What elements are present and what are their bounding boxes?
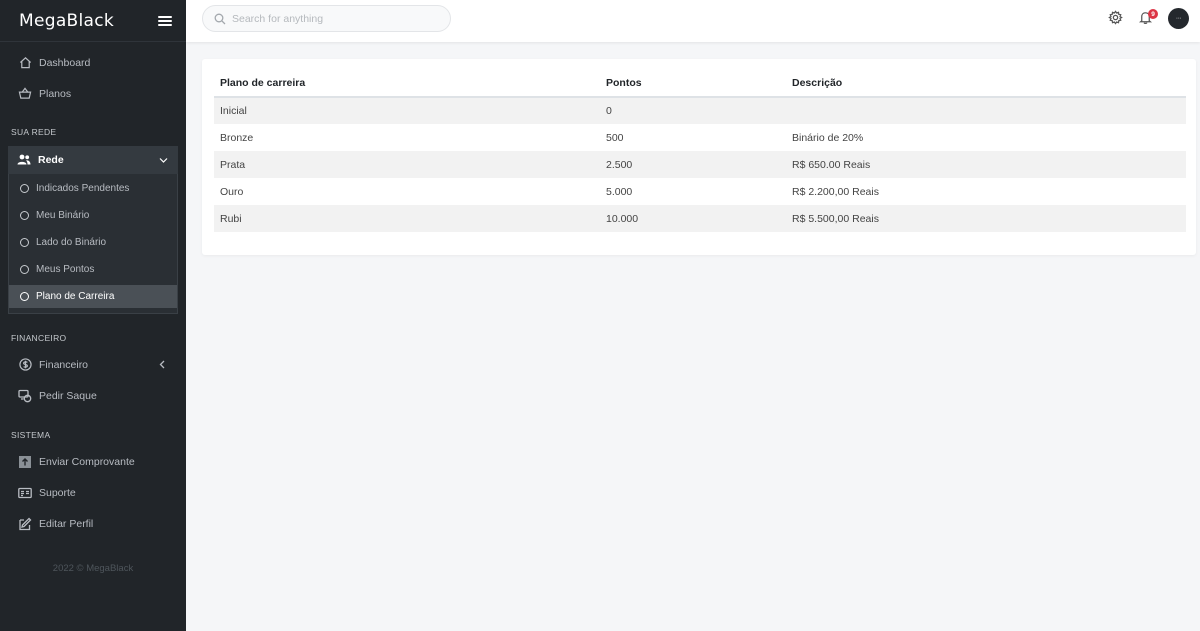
cell-pontos: 10.000 [600, 205, 786, 232]
table-row: Ouro 5.000 R$ 2.200,00 Reais [214, 178, 1186, 205]
submenu-item-label: Plano de Carreira [36, 291, 115, 302]
brand-logo[interactable]: MegaBlack [19, 11, 114, 31]
submenu-item-label: Meu Binário [36, 210, 90, 221]
submenu-item-label: Indicados Pendentes [36, 183, 130, 194]
sidebar-item-enviar-comprovante[interactable]: Enviar Comprovante [0, 446, 186, 477]
submenu-item-label: Lado do Binário [36, 237, 107, 248]
sidebar-item-label: Enviar Comprovante [39, 455, 135, 468]
cell-plano: Prata [214, 151, 600, 178]
cell-descricao: R$ 650.00 Reais [786, 151, 1186, 178]
section-label-sua-rede: SUA REDE [11, 127, 57, 137]
sidebar-item-planos[interactable]: Planos [0, 78, 186, 109]
sidebar-item-label: Dashboard [39, 56, 91, 69]
cell-plano: Inicial [214, 97, 600, 124]
table-row: Inicial 0 [214, 97, 1186, 124]
sidebar-footer: 2022 © MegaBlack [52, 563, 134, 574]
cell-plano: Ouro [220, 185, 244, 198]
sidebar-item-suporte[interactable]: Suporte [0, 477, 186, 508]
sidebar-item-label: Editar Perfil [39, 517, 94, 530]
chevron-left-icon [159, 360, 165, 372]
home-icon [18, 56, 32, 70]
submenu-item-label: Meus Pontos [36, 264, 95, 275]
sidebar-item-label: Planos [39, 87, 72, 100]
submenu-item-meu-binario[interactable]: Meu Binário [9, 204, 177, 227]
id-card-icon [18, 486, 32, 500]
section-label-sistema: SISTEMA [11, 430, 51, 440]
sidebar-item-pedir-saque[interactable]: Pedir Saque [0, 380, 186, 411]
avatar[interactable]: ··· [1168, 8, 1189, 29]
edit-icon [18, 517, 32, 531]
career-plan-card: Plano de carreira Pontos Descrição Inici… [202, 59, 1196, 255]
chevron-down-icon [159, 155, 168, 167]
sidebar-item-label: Pedir Saque [39, 389, 97, 402]
sidebar-item-label: Financeiro [39, 358, 89, 371]
sidebar-item-rede[interactable]: Rede [8, 146, 178, 174]
column-header-descricao: Descrição [786, 69, 1186, 98]
table-row: Rubi 10.000 R$ 5.500,00 Reais [214, 205, 1186, 232]
cell-descricao [786, 97, 1186, 124]
cell-descricao: R$ 5.500,00 Reais [786, 205, 1186, 232]
cell-pontos: 500 [606, 131, 624, 144]
sidebar-item-label: Suporte [39, 486, 76, 499]
menu-toggle-icon[interactable] [158, 15, 172, 26]
sidebar-item-label: Rede [38, 154, 64, 166]
gear-icon[interactable] [1108, 10, 1123, 25]
users-icon [17, 154, 31, 166]
circle-icon [20, 238, 29, 247]
cell-pontos: 5.000 [606, 185, 633, 198]
table-row: Bronze 500 Binário de 20% [214, 124, 1186, 151]
rede-submenu: Indicados Pendentes Meu Binário Lado do … [8, 174, 178, 314]
submenu-item-plano-de-carreira[interactable]: Plano de Carreira [9, 285, 177, 308]
table-header-row: Plano de carreira Pontos Descrição [214, 69, 1186, 98]
cell-pontos: 0 [600, 97, 786, 124]
basket-icon [18, 87, 32, 101]
search-box [202, 5, 451, 32]
topbar: 9 ··· [186, 0, 1200, 42]
sidebar: MegaBlack Dashboard Planos SUA REDE Rede [0, 0, 186, 631]
section-label-financeiro: FINANCEIRO [11, 333, 67, 343]
circle-icon [20, 265, 29, 274]
table-row: Prata 2.500 R$ 650.00 Reais [214, 151, 1186, 178]
column-header-pontos: Pontos [600, 69, 786, 98]
sidebar-item-editar-perfil[interactable]: Editar Perfil [0, 508, 186, 539]
sidebar-item-financeiro[interactable]: Financeiro [0, 349, 186, 380]
upload-icon [18, 455, 32, 469]
sidebar-item-dashboard[interactable]: Dashboard [0, 47, 186, 78]
cell-descricao: R$ 2.200,00 Reais [792, 185, 879, 198]
submenu-item-lado-do-binario[interactable]: Lado do Binário [9, 231, 177, 254]
cell-plano: Rubi [214, 205, 600, 232]
column-header-plano: Plano de carreira [214, 69, 600, 98]
submenu-item-indicados-pendentes[interactable]: Indicados Pendentes [9, 177, 177, 200]
sidebar-header: MegaBlack [0, 0, 186, 42]
career-plan-table: Plano de carreira Pontos Descrição Inici… [214, 69, 1186, 232]
search-input[interactable] [232, 12, 432, 25]
notification-badge: 9 [1148, 9, 1158, 19]
cell-descricao: Binário de 20% [792, 131, 864, 144]
search-icon [214, 13, 232, 25]
dollar-circle-icon [18, 358, 32, 372]
cash-icon [18, 389, 32, 403]
circle-icon [20, 184, 29, 193]
submenu-item-meus-pontos[interactable]: Meus Pontos [9, 258, 177, 281]
circle-icon [20, 211, 29, 220]
cell-pontos: 2.500 [600, 151, 786, 178]
circle-icon [20, 292, 29, 301]
cell-plano: Bronze [220, 131, 254, 144]
